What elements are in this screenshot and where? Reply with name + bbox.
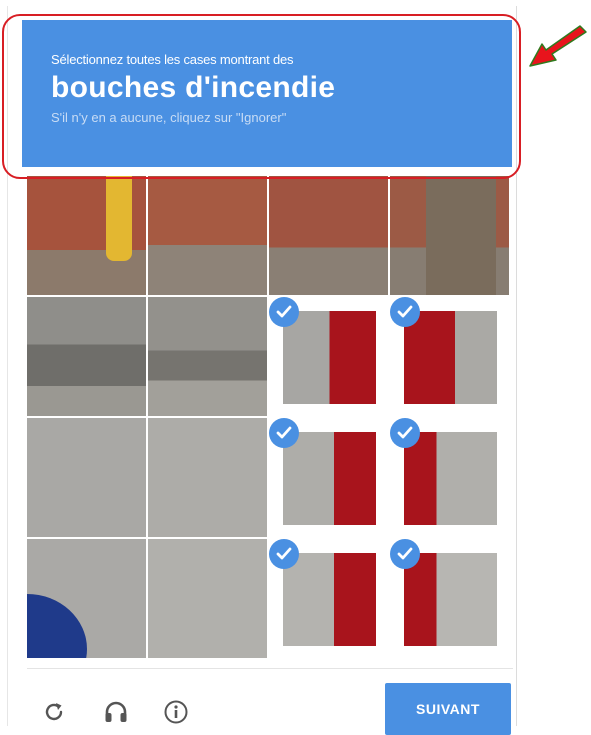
red-arrow-icon xyxy=(529,25,587,67)
challenge-instruction: Sélectionnez toutes les cases montrant d… xyxy=(51,52,294,67)
grid-tile-selected[interactable] xyxy=(390,539,511,660)
reload-icon[interactable] xyxy=(39,697,69,727)
grid-tile[interactable] xyxy=(269,176,390,297)
grid-tile-selected[interactable] xyxy=(390,418,511,539)
captcha-challenge-panel: Sélectionnez toutes les cases montrant d… xyxy=(7,6,517,735)
challenge-footer: SUIVANT xyxy=(27,668,513,735)
grid-tile[interactable] xyxy=(390,176,511,297)
image-grid xyxy=(27,176,513,660)
check-icon xyxy=(269,539,299,569)
challenge-target: bouches d'incendie xyxy=(51,71,336,104)
headphones-icon[interactable] xyxy=(101,697,131,727)
check-icon xyxy=(390,539,420,569)
grid-tile-selected[interactable] xyxy=(269,297,390,418)
challenge-header: Sélectionnez toutes les cases montrant d… xyxy=(22,20,512,167)
challenge-hint: S'il n'y en a aucune, cliquez sur "Ignor… xyxy=(51,110,287,125)
grid-tile[interactable] xyxy=(27,176,148,297)
grid-tile[interactable] xyxy=(27,297,148,418)
check-icon xyxy=(390,418,420,448)
grid-tile-selected[interactable] xyxy=(269,418,390,539)
grid-tile-selected[interactable] xyxy=(269,539,390,660)
grid-tile[interactable] xyxy=(148,418,269,539)
grid-tile[interactable] xyxy=(148,539,269,660)
check-icon xyxy=(269,297,299,327)
check-icon xyxy=(390,297,420,327)
grid-tile[interactable] xyxy=(27,418,148,539)
grid-tile[interactable] xyxy=(148,176,269,297)
grid-tile[interactable] xyxy=(148,297,269,418)
grid-tile[interactable] xyxy=(27,539,148,660)
verify-button[interactable]: SUIVANT xyxy=(385,683,511,735)
info-icon[interactable] xyxy=(161,697,191,727)
check-icon xyxy=(269,418,299,448)
grid-tile-selected[interactable] xyxy=(390,297,511,418)
